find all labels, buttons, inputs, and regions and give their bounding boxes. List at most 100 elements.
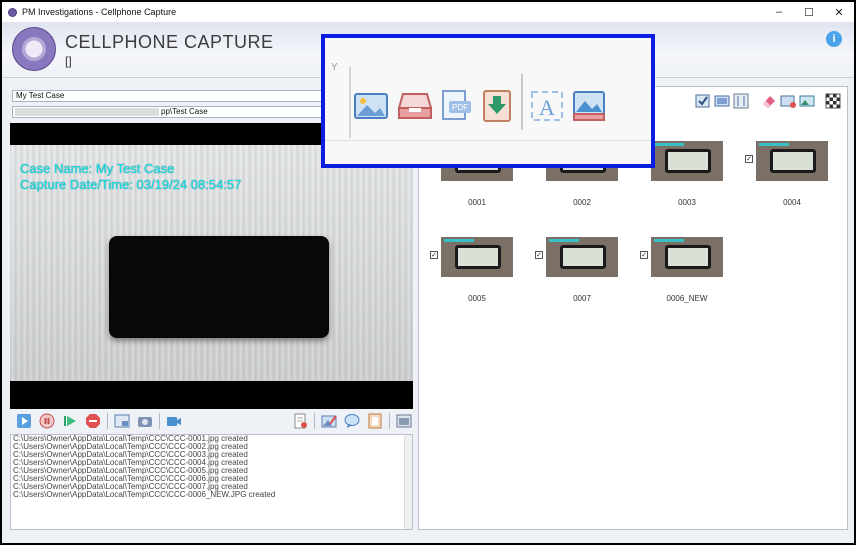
case-path-field[interactable]: pp\Test Case — [12, 106, 324, 118]
zoomed-toolbar: PDF A — [325, 38, 651, 164]
image-remove-icon — [780, 95, 796, 108]
thumbnail-item[interactable]: ✓ 0004 — [745, 141, 846, 211]
thumbnail-label: 0003 — [678, 198, 696, 207]
thumbnail-screen — [668, 248, 708, 266]
text-select-icon: A — [531, 91, 563, 121]
thumbnail-checkbox[interactable]: ✓ — [430, 251, 438, 259]
pause-button[interactable] — [38, 412, 56, 430]
image-edit-icon — [321, 415, 337, 428]
toolbar-bottom-border — [325, 140, 651, 141]
minimize-button[interactable]: – — [764, 2, 794, 22]
thumbnail-checkbox[interactable]: ✓ — [745, 155, 753, 163]
case-path-text: pp\Test Case — [161, 107, 208, 116]
sliders-icon — [733, 93, 749, 109]
status-strip — [2, 534, 854, 543]
window-icon — [396, 414, 412, 428]
toolbar-separator — [107, 413, 108, 429]
zoom-text-button[interactable]: A — [529, 88, 565, 124]
zoom-download-button[interactable] — [480, 88, 516, 124]
stop-button[interactable] — [84, 412, 102, 430]
grid-view-icon — [714, 95, 730, 107]
frame-icon — [368, 413, 382, 429]
thumbnail-screen — [773, 152, 813, 170]
thumbnail-image[interactable] — [546, 237, 618, 277]
comment-button[interactable] — [343, 412, 361, 430]
remove-image-button[interactable] — [780, 93, 796, 109]
window-button[interactable] — [395, 412, 413, 430]
thumbnail-image[interactable] — [651, 237, 723, 277]
redacted-path-mask — [15, 108, 159, 116]
edit-image-button[interactable] — [320, 412, 338, 430]
log-lines: C:\Users\Owner\AppData\Local\Temp\CCC\CC… — [11, 435, 412, 499]
thumbnail-checkbox[interactable]: ✓ — [640, 251, 648, 259]
image-stack-icon — [573, 91, 605, 121]
app-logo-icon — [8, 7, 17, 17]
pause-icon — [39, 413, 55, 429]
thumbnail-label: 0007 — [573, 294, 591, 303]
picture-icon — [799, 95, 815, 107]
help-icon[interactable]: i — [826, 31, 842, 47]
svg-text:PDF: PDF — [452, 103, 468, 112]
thumbnail-item[interactable]: ✓ 0005 — [430, 237, 531, 307]
checkered-flag-icon — [825, 93, 841, 109]
thumbnail-item[interactable]: ✓ 0007 — [535, 237, 636, 307]
thumbnail-screen — [668, 152, 708, 170]
app-title: CELLPHONE CAPTURE — [65, 32, 274, 52]
zoom-image-stack-button[interactable] — [571, 88, 607, 124]
play-button[interactable] — [15, 412, 33, 430]
camera-button[interactable] — [136, 412, 154, 430]
toolbar-separator — [159, 413, 160, 429]
thumbnail-image[interactable] — [756, 141, 828, 181]
title-bar: PM Investigations - Cellphone Capture – … — [2, 2, 854, 22]
checkbox-icon — [695, 94, 710, 108]
thumbnail-caption-mark — [549, 239, 579, 242]
zoom-partial-text: Y — [331, 62, 338, 73]
maximize-button[interactable]: ☐ — [794, 2, 824, 22]
toolbar-divider — [349, 66, 351, 138]
case-name-overlay: Case Name: My Test Case — [20, 161, 175, 176]
capture-toolbar — [10, 410, 413, 432]
thumbnail-image[interactable] — [651, 141, 723, 181]
app-subtitle: [] — [65, 54, 72, 68]
thumbnail-item[interactable]: 0003 — [651, 141, 741, 211]
pdf-file-icon: PDF — [442, 90, 471, 120]
eraser-button[interactable] — [761, 93, 777, 109]
zoom-image-button[interactable] — [353, 88, 389, 124]
thumbnail-caption-mark — [654, 143, 684, 146]
view-grid-button[interactable] — [714, 93, 730, 109]
thumbnail-screen — [563, 248, 603, 266]
thumbnail-phone — [770, 149, 816, 173]
captured-phone — [109, 236, 329, 338]
play-icon — [17, 414, 31, 428]
select-all-button[interactable] — [695, 93, 711, 109]
snapshot-button[interactable] — [113, 412, 131, 430]
log-line: C:\Users\Owner\AppData\Local\Temp\CCC\CC… — [13, 490, 276, 499]
camera-icon — [138, 417, 152, 427]
document-remove-icon — [294, 413, 307, 429]
step-forward-icon — [64, 416, 76, 426]
settings-button[interactable] — [733, 93, 749, 109]
gallery-toolbar — [692, 93, 841, 109]
video-record-button[interactable] — [165, 412, 183, 430]
snapshot-icon — [114, 414, 130, 428]
inbox-tray-icon — [397, 93, 433, 119]
image-button[interactable] — [799, 93, 815, 109]
thumbnail-caption-mark — [654, 239, 684, 242]
thumbnail-image[interactable] — [441, 237, 513, 277]
case-name-field[interactable]: My Test Case — [12, 90, 324, 102]
download-file-icon — [483, 90, 511, 122]
thumbnail-checkbox[interactable]: ✓ — [535, 251, 543, 259]
frame-button[interactable] — [366, 412, 384, 430]
pdf-report-button[interactable] — [291, 412, 309, 430]
zoom-pdf-button[interactable]: PDF — [439, 88, 475, 124]
capture-log[interactable]: C:\Users\Owner\AppData\Local\Temp\CCC\CC… — [10, 434, 413, 530]
zoom-inbox-button[interactable] — [397, 88, 433, 124]
toolbar-divider — [521, 74, 523, 130]
close-button[interactable]: ✕ — [824, 2, 854, 22]
capture-datetime-overlay: Capture Date/Time: 03/19/24 08:54:57 — [20, 177, 242, 192]
thumbnail-item[interactable]: ✓ 0006_NEW — [640, 237, 741, 307]
step-forward-button[interactable] — [61, 412, 79, 430]
log-scrollbar[interactable] — [404, 435, 412, 529]
thumbnail-phone — [560, 245, 606, 269]
checkered-flag-button[interactable] — [825, 93, 841, 109]
